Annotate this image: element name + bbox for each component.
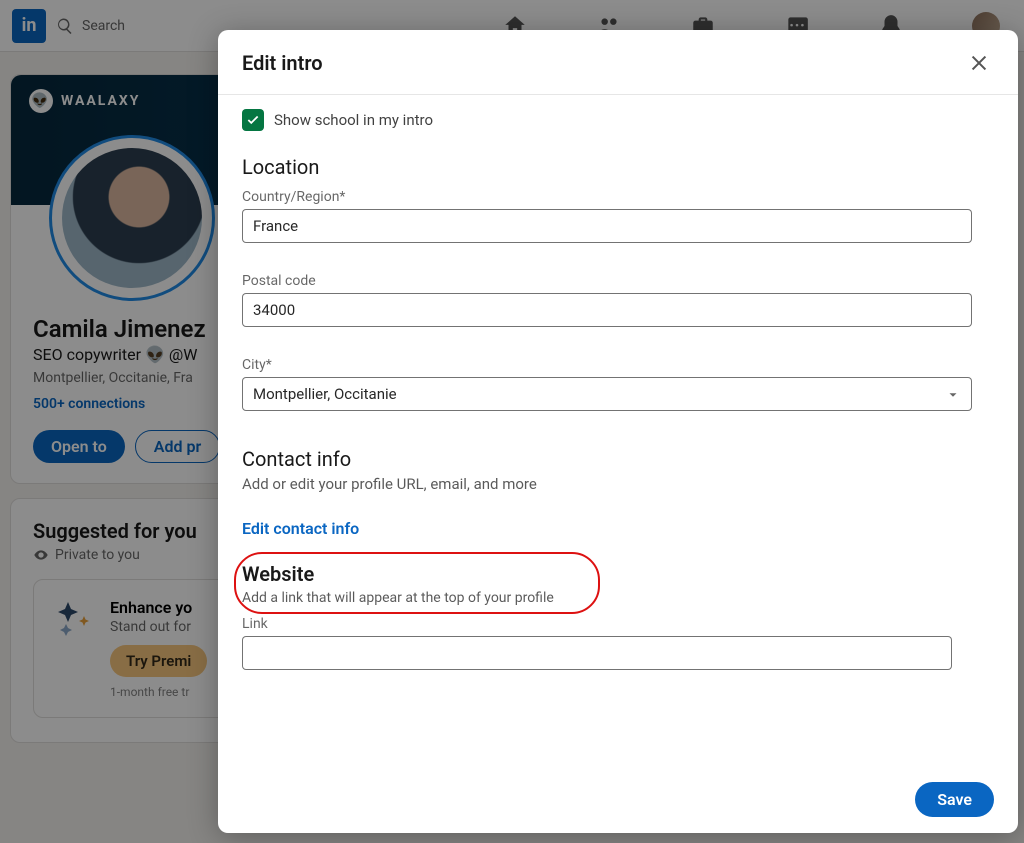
modal-body[interactable]: Show school in my intro Location Country… [218, 95, 1018, 769]
postal-label: Postal code [242, 273, 998, 289]
edit-contact-link[interactable]: Edit contact info [242, 519, 359, 538]
modal-title: Edit intro [242, 51, 323, 75]
postal-input[interactable] [242, 293, 972, 327]
country-label: Country/Region* [242, 189, 998, 205]
edit-intro-modal: Edit intro Show school in my intro Locat… [218, 30, 1018, 833]
contact-heading: Contact info [242, 447, 998, 471]
check-icon [246, 113, 260, 127]
website-sub: Add a link that will appear at the top o… [242, 590, 998, 606]
close-button[interactable] [964, 48, 994, 78]
city-label: City* [242, 357, 998, 373]
contact-sub: Add or edit your profile URL, email, and… [242, 475, 998, 493]
save-button[interactable]: Save [915, 782, 994, 817]
link-input[interactable] [242, 636, 952, 670]
location-heading: Location [242, 155, 998, 179]
show-school-label: Show school in my intro [274, 111, 433, 129]
website-heading: Website [242, 562, 998, 586]
link-label: Link [242, 616, 998, 632]
close-icon [968, 52, 990, 74]
show-school-checkbox[interactable] [242, 109, 264, 131]
city-select[interactable] [242, 377, 972, 411]
country-input[interactable] [242, 209, 972, 243]
